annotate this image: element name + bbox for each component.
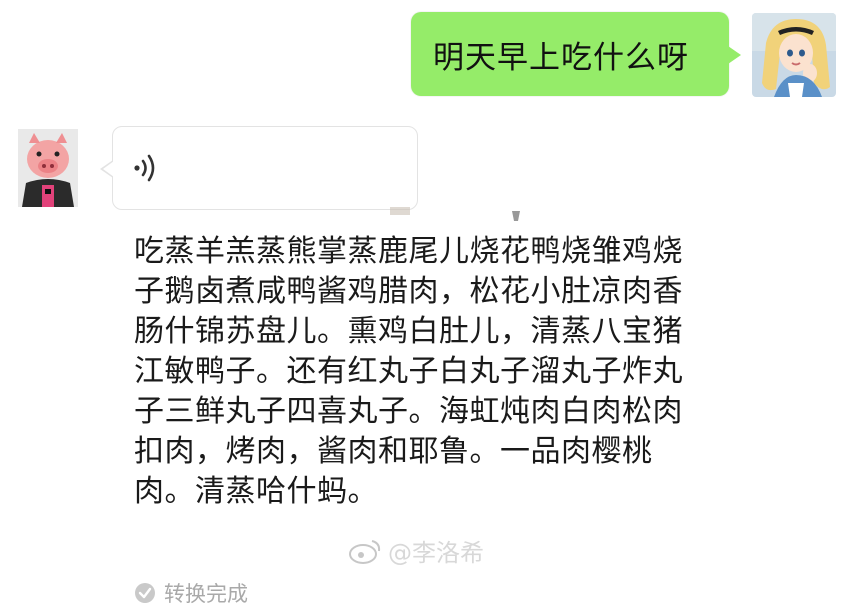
transcription-status-text: 转换完成	[164, 582, 248, 606]
alice-avatar-icon	[752, 13, 836, 97]
transcription-status: 转换完成	[134, 578, 248, 608]
weibo-watermark: @李洛希	[348, 533, 484, 568]
outgoing-message-bubble[interactable]: 明天早上吃什么呀	[411, 12, 741, 96]
voice-transcription-text: 吃蒸羊羔蒸熊掌蒸鹿尾儿烧花鸭烧雏鸡烧子鹅卤煮咸鸭酱鸡腊肉，松花小肚凉肉香肠什锦苏…	[134, 234, 683, 509]
self-avatar[interactable]	[752, 13, 836, 97]
check-circle-icon	[135, 583, 155, 603]
voice-message-bubble[interactable]	[100, 126, 418, 210]
watermark-text: @李洛希	[388, 539, 484, 567]
voice-wave-icon	[134, 154, 155, 182]
weibo-icon	[349, 539, 381, 564]
outgoing-message-text: 明天早上吃什么呀	[433, 39, 689, 76]
bubble-shadow-mark	[390, 207, 520, 221]
pig-avatar-icon	[18, 129, 78, 207]
contact-avatar[interactable]	[18, 129, 78, 207]
